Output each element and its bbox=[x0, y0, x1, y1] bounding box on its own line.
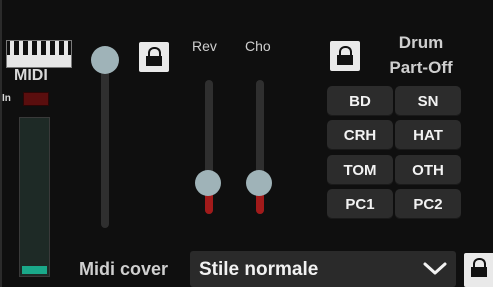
drum-button-hat[interactable]: HAT bbox=[395, 120, 461, 150]
master-slider-knob[interactable] bbox=[91, 46, 119, 74]
chevron-down-icon bbox=[423, 262, 447, 275]
midi-in-led bbox=[23, 92, 49, 106]
midi-label: MIDI bbox=[14, 67, 48, 84]
lock-body bbox=[337, 55, 353, 65]
drum-button-pc1[interactable]: PC1 bbox=[327, 189, 393, 219]
mixer-panel: MIDI In Rev Cho Drum Part-Off BD SN CRH … bbox=[0, 0, 493, 287]
midi-in-label: In bbox=[2, 93, 11, 104]
master-lock-button[interactable] bbox=[139, 42, 169, 72]
midi-cover-label: Midi cover bbox=[79, 259, 169, 279]
master-slider-track[interactable] bbox=[101, 52, 109, 228]
keyboard-key bbox=[46, 41, 50, 55]
midi-cover-selected-value: Stile normale bbox=[199, 259, 319, 280]
rev-slider-knob[interactable] bbox=[195, 170, 221, 196]
midi-cover-select[interactable]: Stile normale bbox=[190, 251, 456, 287]
drum-button-crh[interactable]: CRH bbox=[327, 120, 393, 150]
drum-title-line2: Part-Off bbox=[389, 58, 453, 77]
cho-label: Cho bbox=[245, 38, 271, 54]
drum-title-line1: Drum bbox=[398, 33, 444, 52]
midi-level-meter bbox=[19, 117, 50, 277]
piano-keyboard-icon bbox=[6, 40, 72, 68]
cho-slider-knob[interactable] bbox=[246, 170, 272, 196]
meter-fill bbox=[22, 266, 47, 274]
keyboard-key bbox=[10, 41, 14, 55]
keyboard-key bbox=[55, 41, 59, 55]
keyboard-key bbox=[28, 41, 32, 55]
drum-button-sn[interactable]: SN bbox=[395, 86, 461, 116]
keyboard-key bbox=[64, 41, 68, 55]
keyboard-key bbox=[37, 41, 41, 55]
lock-body bbox=[471, 267, 487, 277]
drum-button-tom[interactable]: TOM bbox=[327, 155, 393, 185]
keyboard-base bbox=[7, 55, 71, 67]
midi-cover-lock-button[interactable] bbox=[464, 253, 493, 287]
drum-button-pc2[interactable]: PC2 bbox=[395, 189, 461, 219]
keyboard-key bbox=[19, 41, 23, 55]
lock-body bbox=[146, 56, 162, 66]
rev-label: Rev bbox=[192, 38, 217, 54]
drum-button-oth[interactable]: OTH bbox=[395, 155, 461, 185]
drum-button-bd[interactable]: BD bbox=[327, 86, 393, 116]
drum-lock-button[interactable] bbox=[330, 41, 360, 71]
